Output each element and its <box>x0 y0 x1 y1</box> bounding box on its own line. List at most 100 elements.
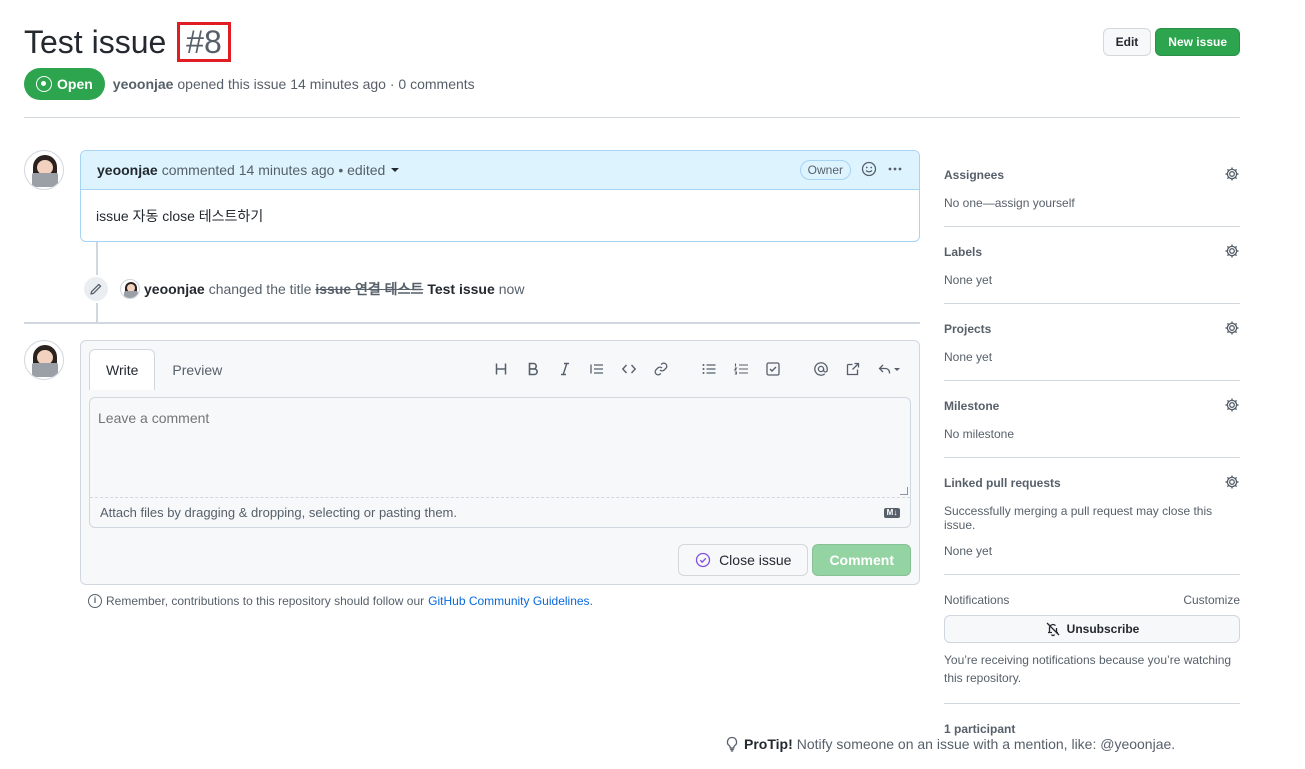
new-issue-button[interactable]: New issue <box>1155 28 1240 56</box>
linked-prs-value: None yet <box>944 544 993 558</box>
issue-meta: Open yeoonjae opened this issue 14 minut… <box>24 68 475 100</box>
labels-title[interactable]: Labels <box>944 245 1240 259</box>
gear-icon[interactable] <box>1224 397 1240 413</box>
composer-tabs: Write Preview <box>89 349 239 390</box>
numbered-list-icon[interactable] <box>725 357 757 381</box>
light-bulb-icon <box>726 736 738 752</box>
milestone-value: No milestone <box>944 427 1015 441</box>
community-guidelines-link[interactable]: GitHub Community Guidelines <box>428 594 589 608</box>
sidebar-milestone: Milestone No milestone <box>944 381 1240 458</box>
assignees-title[interactable]: Assignees <box>944 168 1240 182</box>
comment-header: yeoonjae commented 14 minutes ago • edit… <box>81 151 919 190</box>
avatar[interactable] <box>24 340 64 380</box>
bold-icon[interactable] <box>517 357 549 381</box>
close-issue-button[interactable]: Close issue <box>678 544 809 576</box>
assignees-value[interactable]: No one—assign yourself <box>944 196 1240 210</box>
timeline-event-rename: yeoonjae changed the title issue 연결 테스트 … <box>82 275 524 303</box>
event-action: changed the title <box>208 281 312 297</box>
protip-label: ProTip! <box>744 736 793 752</box>
tab-preview[interactable]: Preview <box>155 349 239 389</box>
status-badge: Open <box>24 68 105 100</box>
avatar[interactable] <box>120 279 140 299</box>
issue-sidebar: Assignees No one—assign yourself Labels … <box>944 150 1240 752</box>
status-label: Open <box>57 76 93 92</box>
tab-write[interactable]: Write <box>89 349 156 390</box>
comment-textarea-wrapper: Attach files by dragging & dropping, sel… <box>89 397 911 528</box>
attach-files-text: Attach files by dragging & dropping, sel… <box>100 505 457 520</box>
guideline-text: Remember, contributions to this reposito… <box>106 594 425 608</box>
markdown-toolbar <box>485 357 909 381</box>
close-issue-label: Close issue <box>719 552 792 568</box>
timeline-connector <box>96 242 98 276</box>
attach-files-area[interactable]: Attach files by dragging & dropping, sel… <box>90 497 910 527</box>
link-icon[interactable] <box>645 357 677 381</box>
issue-title-text: Test issue <box>24 24 167 60</box>
edit-button[interactable]: Edit <box>1102 28 1152 56</box>
comment-header-actions: Owner <box>799 160 903 180</box>
comment-composer: Write Preview Attach files by dragging &… <box>80 340 920 585</box>
owner-badge: Owner <box>799 160 851 180</box>
gear-icon[interactable] <box>1224 474 1240 490</box>
resize-handle[interactable] <box>900 487 908 495</box>
guideline-end: . <box>589 594 593 608</box>
contribution-guideline-note: i Remember, contributions to this reposi… <box>88 594 593 608</box>
gear-icon[interactable] <box>1224 320 1240 336</box>
issue-meta-text: yeoonjae opened this issue 14 minutes ag… <box>113 76 475 92</box>
info-icon: i <box>88 594 102 608</box>
issue-closed-icon <box>695 552 711 568</box>
italic-icon[interactable] <box>549 357 581 381</box>
quote-icon[interactable] <box>581 357 613 381</box>
code-icon[interactable] <box>613 357 645 381</box>
timeline-connector <box>96 303 98 323</box>
issue-meta-rest: opened this issue 14 minutes ago · 0 com… <box>177 76 475 92</box>
comment-textarea[interactable] <box>90 398 910 498</box>
gear-icon[interactable] <box>1224 166 1240 182</box>
smiley-icon[interactable] <box>861 161 877 180</box>
notifications-note: You’re receiving notifications because y… <box>944 653 1232 685</box>
event-time[interactable]: now <box>499 281 525 297</box>
participants-title: 1 participant <box>944 722 1016 736</box>
kebab-horizontal-icon[interactable] <box>887 161 903 180</box>
sidebar-projects: Projects None yet <box>944 304 1240 381</box>
task-list-icon[interactable] <box>757 357 789 381</box>
issue-header: Test issue #8 Edit New issue Open yeoonj… <box>24 18 1240 118</box>
protip: ProTip! Notify someone on an issue with … <box>724 736 1175 752</box>
comment-button[interactable]: Comment <box>812 544 911 576</box>
heading-icon[interactable] <box>485 357 517 381</box>
issue-author-link[interactable]: yeoonjae <box>113 76 174 92</box>
comment-author-link[interactable]: yeoonjae <box>97 162 158 178</box>
gear-icon[interactable] <box>1224 243 1240 259</box>
unsubscribe-button[interactable]: Unsubscribe <box>944 615 1240 643</box>
event-new-title: Test issue <box>427 281 495 297</box>
event-actor-link[interactable]: yeoonjae <box>144 281 205 297</box>
linked-prs-note: Successfully merging a pull request may … <box>944 504 1213 532</box>
bulleted-list-icon[interactable] <box>693 357 725 381</box>
pencil-icon <box>82 275 110 303</box>
issue-comment: yeoonjae commented 14 minutes ago • edit… <box>80 150 920 242</box>
composer-actions: Close issue Comment <box>678 544 911 576</box>
comment-body: issue 자동 close 테스트하기 <box>96 208 264 224</box>
issue-number: #8 <box>177 22 231 62</box>
chevron-down-icon[interactable] <box>391 168 400 172</box>
markdown-icon[interactable]: M↓ <box>884 508 900 518</box>
avatar[interactable] <box>24 150 64 190</box>
projects-title[interactable]: Projects <box>944 322 1240 336</box>
mention-icon[interactable] <box>805 357 837 381</box>
comment-meta[interactable]: commented 14 minutes ago • edited <box>162 162 386 178</box>
unsubscribe-label: Unsubscribe <box>1066 622 1140 636</box>
bell-slash-icon <box>1046 622 1060 637</box>
sidebar-labels: Labels None yet <box>944 227 1240 304</box>
sidebar-assignees: Assignees No one—assign yourself <box>944 150 1240 227</box>
event-old-title: issue 연결 테스트 <box>315 281 424 297</box>
linked-prs-title[interactable]: Linked pull requests <box>944 476 1240 490</box>
milestone-title[interactable]: Milestone <box>944 399 1240 413</box>
customize-link[interactable]: Customize <box>1183 593 1240 607</box>
sidebar-linked-prs: Linked pull requests Successfully mergin… <box>944 458 1240 575</box>
issue-title: Test issue #8 <box>24 18 231 66</box>
projects-value: None yet <box>944 350 993 364</box>
timeline-divider <box>24 322 920 324</box>
reply-icon[interactable] <box>869 357 909 381</box>
header-actions: Edit New issue <box>1102 28 1240 56</box>
cross-reference-icon[interactable] <box>837 357 869 381</box>
sidebar-notifications: Notifications Customize Unsubscribe You’… <box>944 575 1240 704</box>
